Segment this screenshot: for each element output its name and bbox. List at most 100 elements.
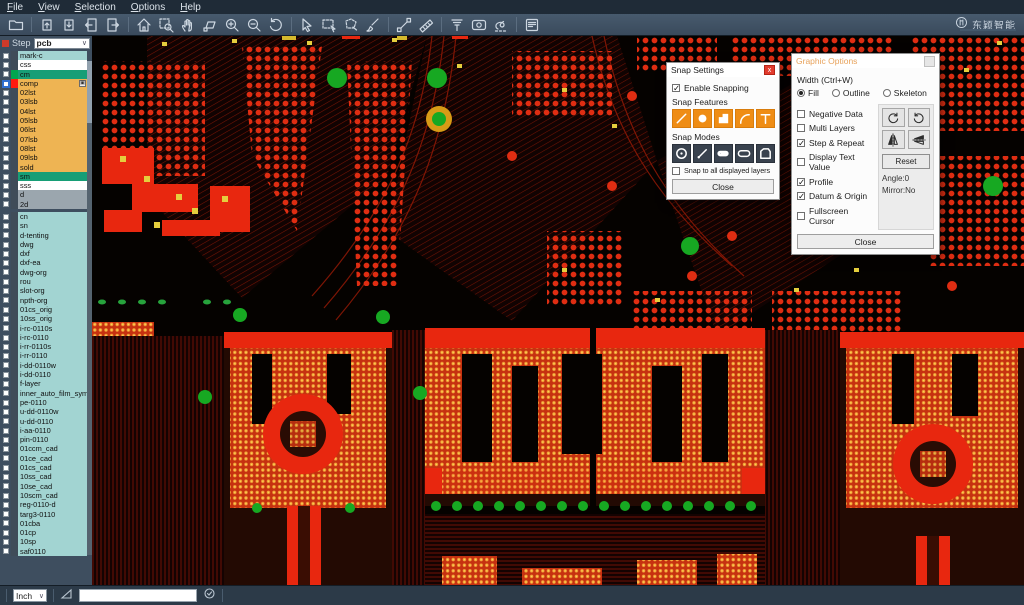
layer-visibility-checkbox[interactable] <box>3 344 9 350</box>
option-multi-layers[interactable]: Multi Layers <box>797 123 874 133</box>
checkbox-icon[interactable] <box>797 212 805 220</box>
snap-mode-edge-icon[interactable] <box>693 144 712 163</box>
checkbox-icon[interactable] <box>797 158 805 166</box>
checkbox-icon[interactable] <box>672 167 680 175</box>
menu-options[interactable]: Options <box>131 2 165 13</box>
zoom-out-icon[interactable] <box>243 15 265 34</box>
layer-visibility-checkbox[interactable] <box>3 81 9 87</box>
snap-close-button[interactable]: Close <box>672 179 774 194</box>
layer-row-rou[interactable]: rou <box>0 277 92 286</box>
select-poly-icon[interactable] <box>340 15 362 34</box>
layer-row-07lsb[interactable]: 07lsb <box>0 135 92 144</box>
layer-row-saf0110[interactable]: saf0110 <box>0 547 92 556</box>
close-icon[interactable] <box>924 56 935 67</box>
snap-feature-arc-icon[interactable] <box>735 109 754 128</box>
layer-row-i-rr-0110[interactable]: i-rr-0110 <box>0 352 92 361</box>
layer-row-04lst[interactable]: 04lst <box>0 107 92 116</box>
layer-visibility-checkbox[interactable] <box>3 474 9 480</box>
layer-row-css[interactable]: css <box>0 60 92 69</box>
file-export-icon[interactable] <box>58 15 80 34</box>
layer-row-10sp[interactable]: 10sp <box>0 537 92 546</box>
layer-row-01ce_cad[interactable]: 01ce_cad <box>0 454 92 463</box>
snap-mode-contour-icon[interactable] <box>756 144 775 163</box>
layer-visibility-checkbox[interactable] <box>3 455 9 461</box>
select-arrow-icon[interactable] <box>296 15 318 34</box>
unit-select[interactable]: Inch ∨ <box>13 589 47 602</box>
layer-visibility-checkbox[interactable] <box>3 269 9 275</box>
flip-h-button[interactable] <box>882 130 905 149</box>
layer-row-sm[interactable]: sm <box>0 172 92 181</box>
layer-visibility-checkbox[interactable] <box>3 493 9 499</box>
measure-icon[interactable] <box>393 15 415 34</box>
apply-circle-icon[interactable] <box>203 587 216 605</box>
layer-row-dxf-ea[interactable]: dxf-ea <box>0 259 92 268</box>
enable-snapping-checkbox[interactable]: ✓ Enable Snapping <box>672 83 774 93</box>
layer-row-f-layer[interactable]: f-layer <box>0 379 92 388</box>
layer-row-09lsb[interactable]: 09lsb <box>0 153 92 162</box>
graphic-close-button[interactable]: Close <box>797 234 934 249</box>
close-icon[interactable]: x <box>764 65 775 75</box>
layer-row-01cp[interactable]: 01cp <box>0 528 92 537</box>
menu-selection[interactable]: Selection <box>75 2 116 13</box>
layer-visibility-checkbox[interactable] <box>3 307 9 313</box>
layer-visibility-checkbox[interactable] <box>3 108 9 114</box>
layer-visibility-checkbox[interactable] <box>3 136 9 142</box>
layer-row-01cs_cad[interactable]: 01cs_cad <box>0 463 92 472</box>
layer-row-2d[interactable]: 2d <box>0 200 92 209</box>
doc-next-icon[interactable] <box>102 15 124 34</box>
layer-visibility-checkbox[interactable] <box>3 127 9 133</box>
layer-visibility-checkbox[interactable] <box>3 446 9 452</box>
layer-visibility-checkbox[interactable] <box>3 483 9 489</box>
snap-mode-slot-outline-icon[interactable] <box>735 144 754 163</box>
layer-row-comp[interactable]: comp▣ <box>0 79 92 88</box>
flip-v-button[interactable] <box>908 130 931 149</box>
layer-visibility-checkbox[interactable] <box>3 325 9 331</box>
layer-row-npth-org[interactable]: npth-org <box>0 296 92 305</box>
layer-row-slot-org[interactable]: slot-org <box>0 286 92 295</box>
layer-visibility-checkbox[interactable] <box>3 548 9 554</box>
snap-feature-pad-icon[interactable] <box>714 109 733 128</box>
option-datum-origin[interactable]: ✓Datum & Origin <box>797 191 874 201</box>
zoom-window-icon[interactable] <box>155 15 177 34</box>
layer-row-cm[interactable]: cm <box>0 70 92 79</box>
snap-icon[interactable] <box>490 15 512 34</box>
eye-icon[interactable] <box>468 15 490 34</box>
snap-feature-circle-icon[interactable] <box>693 109 712 128</box>
reset-button[interactable]: Reset <box>882 154 930 169</box>
layer-visibility-checkbox[interactable] <box>3 400 9 406</box>
snap-mode-slot-filled-icon[interactable] <box>714 144 733 163</box>
layer-visibility-checkbox[interactable] <box>3 164 9 170</box>
layer-visibility-checkbox[interactable] <box>3 71 9 77</box>
layer-row-10ss_orig[interactable]: 10ss_orig <box>0 314 92 323</box>
layer-visibility-checkbox[interactable] <box>3 502 9 508</box>
pan-hand-icon[interactable] <box>177 15 199 34</box>
layer-row-01ccm_cad[interactable]: 01ccm_cad <box>0 444 92 453</box>
layer-visibility-checkbox[interactable] <box>3 372 9 378</box>
layer-row-pe-0110[interactable]: pe-0110 <box>0 398 92 407</box>
layer-row-dwg-org[interactable]: dwg-org <box>0 268 92 277</box>
layer-visibility-checkbox[interactable] <box>3 155 9 161</box>
layer-visibility-checkbox[interactable] <box>3 511 9 517</box>
zoom-previous-icon[interactable] <box>265 15 287 34</box>
layer-row-reg-0110-d[interactable]: reg-0110-d <box>0 500 92 509</box>
menu-view[interactable]: View <box>38 2 60 13</box>
snap-feature-text-icon[interactable] <box>756 109 775 128</box>
rotate-ccw-button[interactable] <box>908 108 931 127</box>
layer-visibility-checkbox[interactable] <box>3 409 9 415</box>
layer-visibility-checkbox[interactable] <box>3 214 9 220</box>
select-rect-icon[interactable] <box>318 15 340 34</box>
layer-row-i-rr-0110s[interactable]: i-rr-0110s <box>0 342 92 351</box>
layer-row-d[interactable]: d <box>0 190 92 199</box>
layer-visibility-checkbox[interactable] <box>3 520 9 526</box>
layer-row-10se_cad[interactable]: 10se_cad <box>0 482 92 491</box>
layer-row-inner_auto_film_symb[interactable]: inner_auto_film_symb <box>0 389 92 398</box>
layer-row-03lsb[interactable]: 03lsb <box>0 97 92 106</box>
layer-options-button[interactable]: ▣ <box>79 80 86 87</box>
file-import-icon[interactable] <box>36 15 58 34</box>
layer-visibility-checkbox[interactable] <box>3 362 9 368</box>
scrollbar-thumb[interactable] <box>87 61 92 123</box>
checkbox-icon[interactable]: ✓ <box>797 139 805 147</box>
open-folder-icon[interactable] <box>5 15 27 34</box>
layer-visibility-checkbox[interactable] <box>3 418 9 424</box>
checkbox-icon[interactable]: ✓ <box>797 192 805 200</box>
